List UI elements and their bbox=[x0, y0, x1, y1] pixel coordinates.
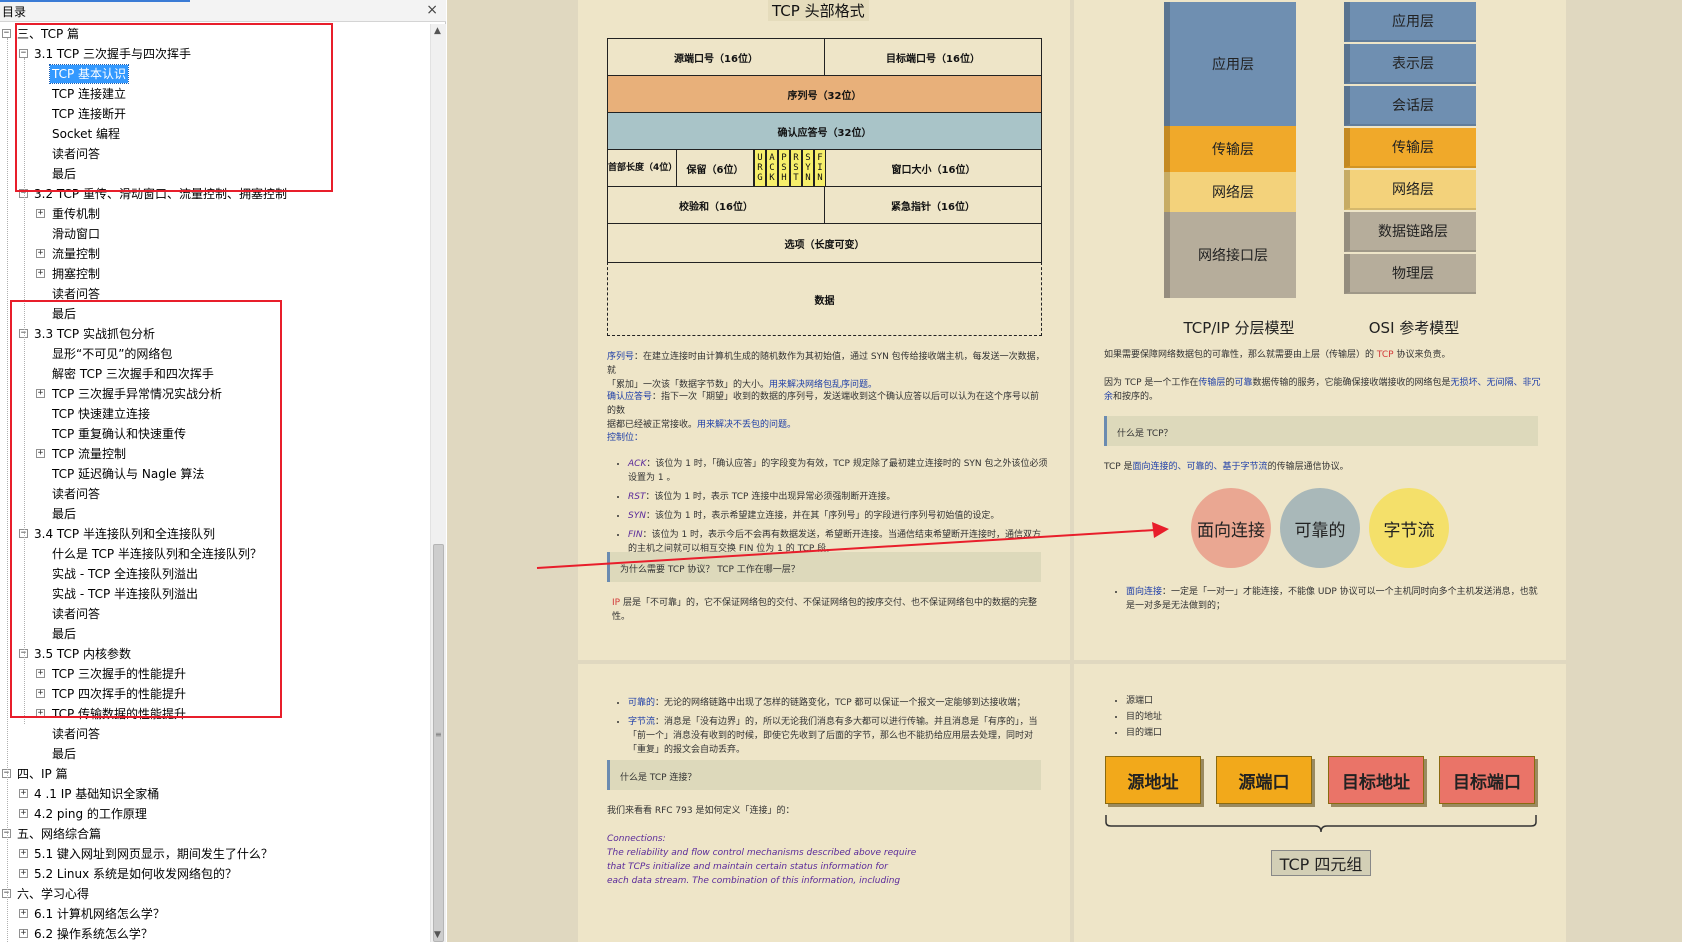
toc-item-n42[interactable]: +5.2 Linux 系统是如何收发网络包的？ bbox=[0, 864, 430, 884]
toc-item-n38[interactable]: +4 .1 IP 基础知识全家桶 bbox=[0, 784, 430, 804]
collapse-icon[interactable]: − bbox=[2, 29, 11, 38]
toc-item-n10[interactable]: 滑动窗口 bbox=[0, 224, 430, 244]
highlight-box-3-1-3-2 bbox=[15, 23, 333, 192]
toc-item-label: 5.1 键入网址到网页显示，期间发生了什么？ bbox=[34, 847, 273, 861]
highlight-box-3-3-3-5 bbox=[10, 300, 282, 718]
toc-item-n37[interactable]: − 四、IP 篇 bbox=[0, 764, 430, 784]
toc-item-label: 重传机制 bbox=[52, 207, 101, 221]
app-window: 目录 × − 三、TCP 篇 −3.1 TCP 三次握手与四次挥手 TCP 基本认识 T… bbox=[0, 0, 1682, 942]
toc-accent-bar bbox=[0, 0, 190, 2]
toc-item-n11[interactable]: + 流量控制 bbox=[0, 244, 430, 264]
toc-panel: 目录 × − 三、TCP 篇 −3.1 TCP 三次握手与四次挥手 TCP 基本认识 T… bbox=[0, 0, 446, 942]
toc-item-label: 流量控制 bbox=[52, 247, 101, 261]
toc-item-label: 四、IP 篇 bbox=[17, 767, 68, 781]
toc-item-label: 6.1 计算机网络怎么学？ bbox=[34, 907, 165, 921]
scroll-up-icon[interactable]: ▲ bbox=[434, 26, 441, 36]
close-icon[interactable]: × bbox=[426, 2, 438, 18]
toc-item-label: 五、网络综合篇 bbox=[17, 827, 102, 841]
scroll-thumb[interactable]: ≡ bbox=[433, 544, 444, 942]
toc-item-label: 滑动窗口 bbox=[52, 227, 101, 241]
document-viewer[interactable]: TCP 头部格式 源端口号（16位） 目标端口号（16位） 序列号（32位） 确… bbox=[447, 0, 1682, 942]
expand-icon[interactable]: + bbox=[19, 869, 28, 878]
toc-item-label: 4.2 ping 的工作原理 bbox=[34, 807, 147, 821]
expand-icon[interactable]: + bbox=[19, 909, 28, 918]
toc-item-label: 六、学习心得 bbox=[17, 887, 90, 901]
expand-icon[interactable]: + bbox=[36, 269, 45, 278]
toc-item-label: 最后 bbox=[52, 747, 77, 761]
arrow-line bbox=[536, 529, 1156, 569]
tree-guide-root bbox=[7, 38, 8, 942]
expand-icon[interactable]: + bbox=[19, 809, 28, 818]
toc-item-n44[interactable]: +6.1 计算机网络怎么学？ bbox=[0, 904, 430, 924]
toc-item-n35[interactable]: 读者问答 bbox=[0, 724, 430, 744]
expand-icon[interactable]: + bbox=[36, 249, 45, 258]
toc-item-n45[interactable]: +6.2 操作系统怎么学？ bbox=[0, 924, 430, 942]
expand-icon[interactable]: + bbox=[19, 929, 28, 938]
expand-icon[interactable]: + bbox=[19, 849, 28, 858]
expand-icon[interactable]: + bbox=[36, 209, 45, 218]
toc-item-n36[interactable]: 最后 bbox=[0, 744, 430, 764]
expand-icon[interactable]: + bbox=[19, 789, 28, 798]
toc-title: 目录 bbox=[2, 5, 27, 19]
annotation-arrow bbox=[536, 522, 1169, 569]
scroll-down-icon[interactable]: ▼ bbox=[434, 930, 441, 940]
toc-item-n9[interactable]: + 重传机制 bbox=[0, 204, 430, 224]
grip-icon: ≡ bbox=[435, 730, 442, 739]
toc-scrollbar[interactable]: ▲ ≡ ▼ bbox=[430, 24, 446, 942]
toc-item-n12[interactable]: + 拥塞控制 bbox=[0, 264, 430, 284]
toc-item-n39[interactable]: +4.2 ping 的工作原理 bbox=[0, 804, 430, 824]
toc-item-label: 6.2 操作系统怎么学？ bbox=[34, 927, 153, 941]
toc-item-label: 拥塞控制 bbox=[52, 267, 101, 281]
toc-item-n43[interactable]: − 六、学习心得 bbox=[0, 884, 430, 904]
toc-item-label: 4 .1 IP 基础知识全家桶 bbox=[34, 787, 160, 801]
toc-item-label: 5.2 Linux 系统是如何收发网络包的？ bbox=[34, 867, 238, 881]
toc-item-n40[interactable]: − 五、网络综合篇 bbox=[0, 824, 430, 844]
toc-header: 目录 × bbox=[0, 0, 446, 22]
toc-item-n41[interactable]: +5.1 键入网址到网页显示，期间发生了什么？ bbox=[0, 844, 430, 864]
toc-item-label: 读者问答 bbox=[52, 727, 101, 741]
arrow-head bbox=[1152, 522, 1169, 538]
